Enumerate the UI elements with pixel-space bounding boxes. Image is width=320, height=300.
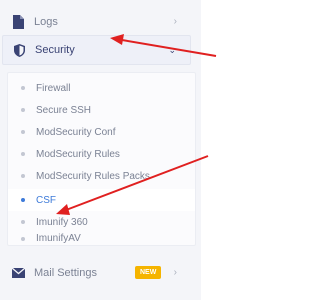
new-badge: NEW <box>135 266 162 279</box>
bullet-dot-icon <box>21 86 25 90</box>
sidebar-item-security[interactable]: Security ⌄ <box>2 35 191 65</box>
submenu-item-imunifyav[interactable]: ImunifyAV <box>8 233 195 245</box>
bullet-dot-icon <box>21 152 25 156</box>
sidebar-item-mail-settings[interactable]: Mail Settings NEW › <box>0 258 201 287</box>
chevron-right-icon: › <box>173 16 177 27</box>
submenu-item-secure-ssh[interactable]: Secure SSH <box>8 99 195 121</box>
sidebar: Logs › Security ⌄ Firewall Secure SSH Mo… <box>0 0 201 300</box>
bullet-dot-icon <box>21 198 25 202</box>
bullet-dot-icon <box>21 237 25 241</box>
content-gutter <box>201 0 248 300</box>
submenu-item-label: ModSecurity Rules Packs <box>36 170 150 182</box>
submenu-item-label: ModSecurity Rules <box>36 148 120 160</box>
submenu-item-modsecurity-conf[interactable]: ModSecurity Conf <box>8 121 195 143</box>
submenu-item-label: CSF <box>36 194 56 206</box>
bullet-dot-icon <box>21 174 25 178</box>
shield-icon <box>12 43 26 57</box>
sidebar-item-logs[interactable]: Logs › <box>0 7 201 36</box>
submenu-item-modsecurity-rules-packs[interactable]: ModSecurity Rules Packs <box>8 165 195 187</box>
submenu-item-label: ImunifyAV <box>36 233 81 244</box>
chevron-down-icon: ⌄ <box>168 44 176 55</box>
submenu-item-imunify-360[interactable]: Imunify 360 <box>8 211 195 233</box>
security-submenu: Firewall Secure SSH ModSecurity Conf Mod… <box>7 72 196 246</box>
submenu-item-label: Firewall <box>36 82 71 94</box>
submenu-item-label: Secure SSH <box>36 104 92 116</box>
file-icon <box>11 14 25 29</box>
bullet-dot-icon <box>21 130 25 134</box>
chevron-right-icon: › <box>173 267 177 278</box>
sidebar-item-label: Mail Settings <box>34 266 97 279</box>
sidebar-item-label: Security <box>35 44 75 56</box>
bullet-dot-icon <box>21 108 25 112</box>
submenu-item-csf[interactable]: CSF <box>8 189 195 211</box>
bullet-dot-icon <box>21 220 25 224</box>
submenu-item-label: ModSecurity Conf <box>36 126 116 138</box>
submenu-item-label: Imunify 360 <box>36 216 88 228</box>
submenu-item-firewall[interactable]: Firewall <box>8 77 195 99</box>
sidebar-item-label: Logs <box>34 15 58 28</box>
submenu-item-modsecurity-rules[interactable]: ModSecurity Rules <box>8 143 195 165</box>
envelope-icon <box>11 266 25 280</box>
